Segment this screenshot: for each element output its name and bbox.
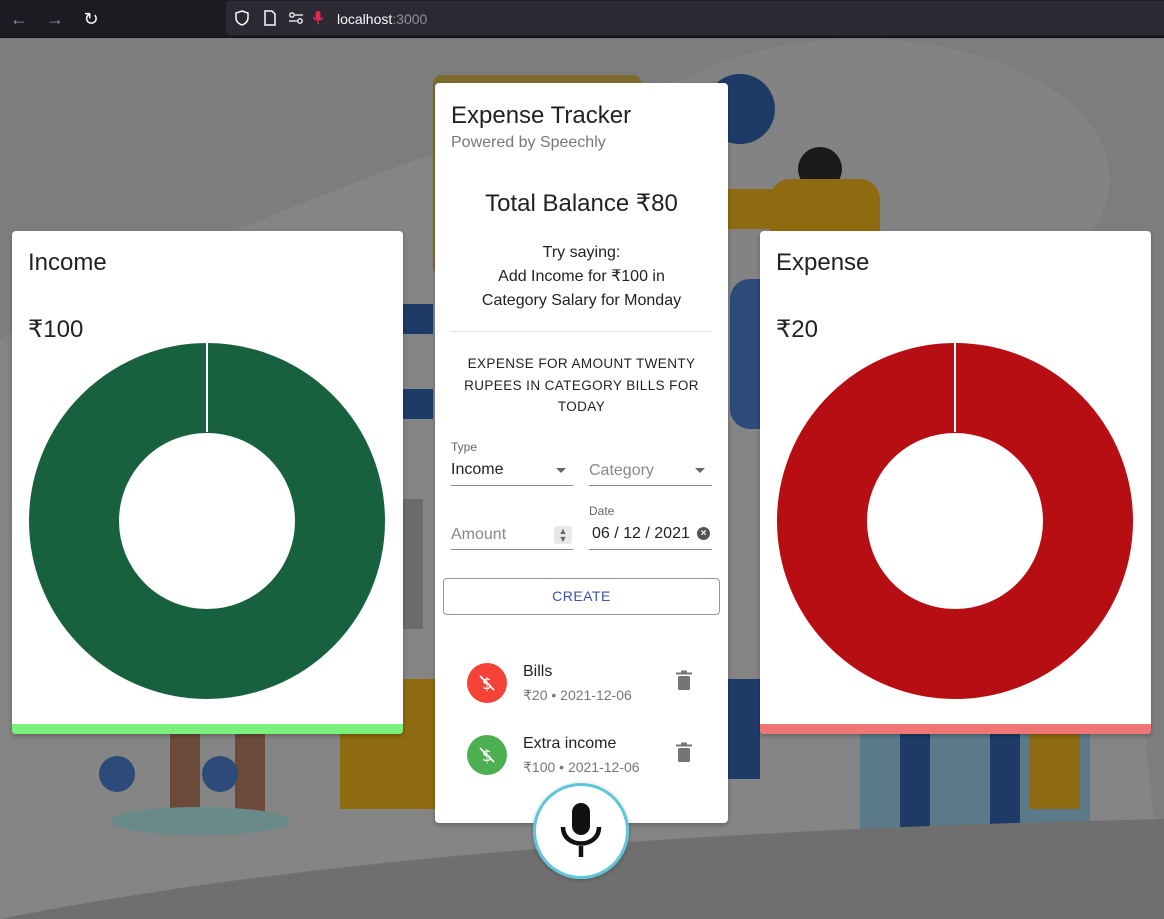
browser-toolbar: ← → ↻ localhost:3000 bbox=[0, 0, 1164, 38]
total-balance: Total Balance ₹80 bbox=[485, 190, 678, 217]
money-off-icon: $ bbox=[479, 674, 495, 693]
url-bar[interactable]: localhost:3000 bbox=[226, 1, 1164, 35]
delete-icon[interactable] bbox=[675, 742, 693, 764]
expense-tracker-card: Expense Tracker Powered by Speechly Tota… bbox=[435, 83, 728, 823]
category-placeholder: Category bbox=[589, 462, 654, 479]
transaction-name: Bills bbox=[523, 663, 553, 680]
income-card: Income ₹100 bbox=[12, 231, 403, 734]
date-value: 06 / 12 / 2021 bbox=[592, 525, 690, 542]
expense-bottom-bar bbox=[760, 724, 1151, 734]
type-value: Income bbox=[451, 461, 504, 478]
type-select[interactable]: Income bbox=[451, 455, 573, 486]
list-item: $ Extra income ₹100 • 2021-12-06 bbox=[435, 725, 728, 785]
create-button[interactable]: CREATE bbox=[443, 578, 720, 615]
expense-amount: ₹20 bbox=[776, 316, 818, 343]
expense-card: Expense ₹20 bbox=[760, 231, 1151, 734]
category-dropdown-arrow-icon bbox=[695, 468, 705, 473]
tracker-subtitle: Powered by Speechly bbox=[451, 134, 606, 151]
url-text[interactable]: localhost:3000 bbox=[337, 11, 427, 27]
transaction-meta: ₹20 • 2021-12-06 bbox=[523, 687, 632, 703]
expense-doughnut-chart bbox=[777, 343, 1133, 699]
income-title: Income bbox=[28, 249, 107, 276]
category-select[interactable]: Category bbox=[589, 455, 712, 486]
try-line-3: Category Salary for Monday bbox=[481, 292, 682, 309]
expense-title: Expense bbox=[776, 249, 870, 276]
date-label: Date bbox=[589, 504, 615, 518]
list-item: $ Bills ₹20 • 2021-12-06 bbox=[435, 653, 728, 713]
reload-icon[interactable]: ↻ bbox=[80, 8, 102, 30]
type-label: Type bbox=[451, 440, 478, 454]
try-saying-hint: Try saying: Add Income for ₹100 in Categ… bbox=[435, 241, 728, 313]
transaction-avatar: $ bbox=[467, 735, 507, 775]
delete-icon[interactable] bbox=[675, 670, 693, 692]
back-arrow-icon[interactable]: ← bbox=[8, 8, 30, 30]
income-bottom-bar bbox=[12, 724, 403, 734]
divider bbox=[451, 331, 712, 332]
date-input[interactable]: 06 / 12 / 2021 bbox=[589, 519, 712, 550]
type-dropdown-arrow-icon bbox=[556, 468, 566, 473]
push-to-talk-button[interactable] bbox=[533, 783, 629, 879]
transaction-avatar: $ bbox=[467, 663, 507, 703]
money-off-icon: $ bbox=[479, 746, 495, 765]
page-icon bbox=[262, 10, 278, 26]
date-clear-icon[interactable]: × bbox=[697, 527, 710, 540]
transaction-name: Extra income bbox=[523, 735, 617, 752]
try-line-1: Try saying: bbox=[542, 244, 621, 261]
amount-placeholder: Amount bbox=[451, 526, 507, 543]
tracker-title: Expense Tracker bbox=[451, 102, 632, 129]
amount-stepper[interactable]: ▲ ▼ bbox=[554, 526, 572, 544]
microphone-icon bbox=[560, 803, 602, 857]
income-doughnut-chart bbox=[29, 343, 385, 699]
transaction-meta: ₹100 • 2021-12-06 bbox=[523, 759, 640, 775]
income-amount: ₹100 bbox=[28, 316, 84, 343]
speech-transcript: EXPENSE FOR AMOUNT TWENTY RUPEES IN CATE… bbox=[464, 356, 699, 414]
forward-arrow-icon[interactable]: → bbox=[44, 8, 66, 30]
permissions-icon[interactable] bbox=[288, 10, 304, 26]
url-host: localhost bbox=[337, 11, 393, 27]
url-port: :3000 bbox=[392, 11, 428, 27]
microphone-permission-icon[interactable] bbox=[310, 10, 326, 26]
try-line-2: Add Income for ₹100 in bbox=[498, 268, 665, 285]
shield-icon[interactable] bbox=[234, 10, 250, 26]
